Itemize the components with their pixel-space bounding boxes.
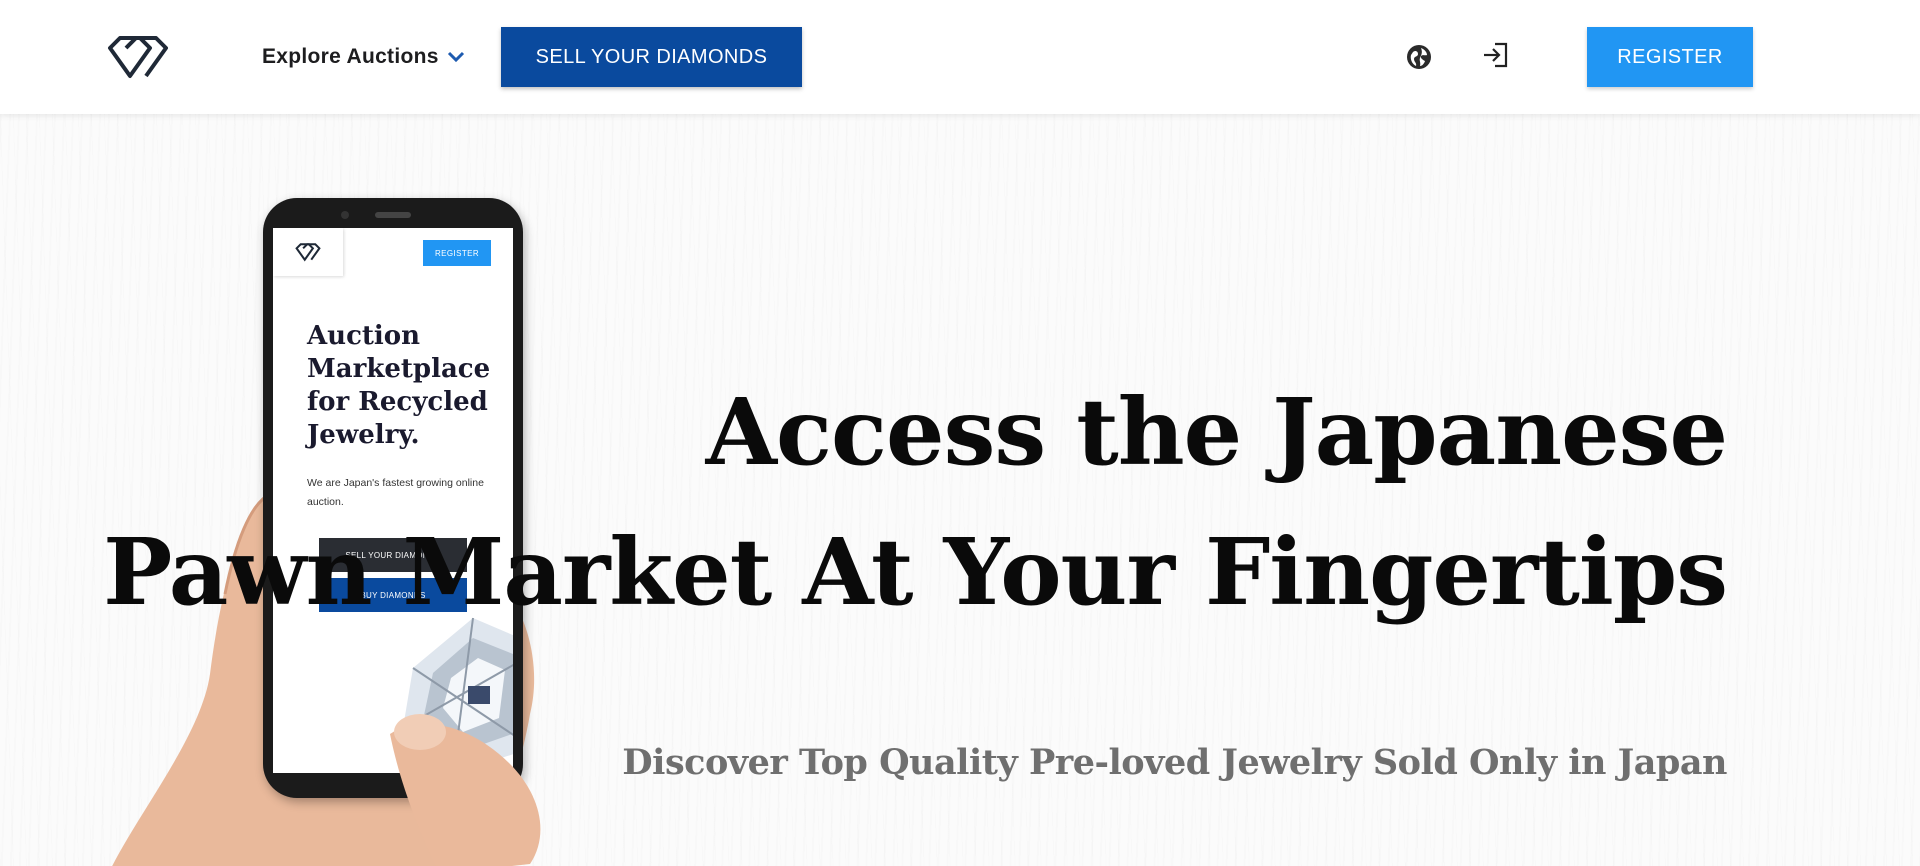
explore-auctions-dropdown[interactable]: Explore Auctions (262, 44, 465, 70)
hero-headline: Access the Japanese Pawn Market At Your … (103, 362, 1728, 642)
explore-auctions-label: Explore Auctions (262, 45, 439, 68)
hero-subheadline: Discover Top Quality Pre-loved Jewelry S… (622, 742, 1727, 783)
headline-line-2: Pawn Market At Your Fingertips (103, 518, 1728, 626)
phone-camera (341, 211, 349, 219)
phone-speaker (375, 212, 411, 218)
sell-your-diamonds-button[interactable]: SELL YOUR DIAMONDS (501, 27, 802, 87)
hero-section: REGISTER Auction Marketplace for Recycle… (0, 114, 1920, 866)
globe-icon[interactable] (1406, 44, 1432, 70)
thumb-illustration (390, 714, 541, 866)
mockup-register-button: REGISTER (423, 240, 491, 266)
chevron-down-icon (447, 51, 464, 63)
mockup-logo-box (273, 228, 343, 276)
login-icon[interactable] (1481, 40, 1511, 70)
headline-line-1: Access the Japanese (705, 378, 1728, 486)
mockup-diamond-logo-icon (295, 243, 321, 262)
diamond-logo-icon[interactable] (106, 34, 170, 80)
register-button[interactable]: REGISTER (1587, 27, 1753, 87)
site-header: Explore Auctions SELL YOUR DIAMONDS REGI… (0, 0, 1920, 114)
